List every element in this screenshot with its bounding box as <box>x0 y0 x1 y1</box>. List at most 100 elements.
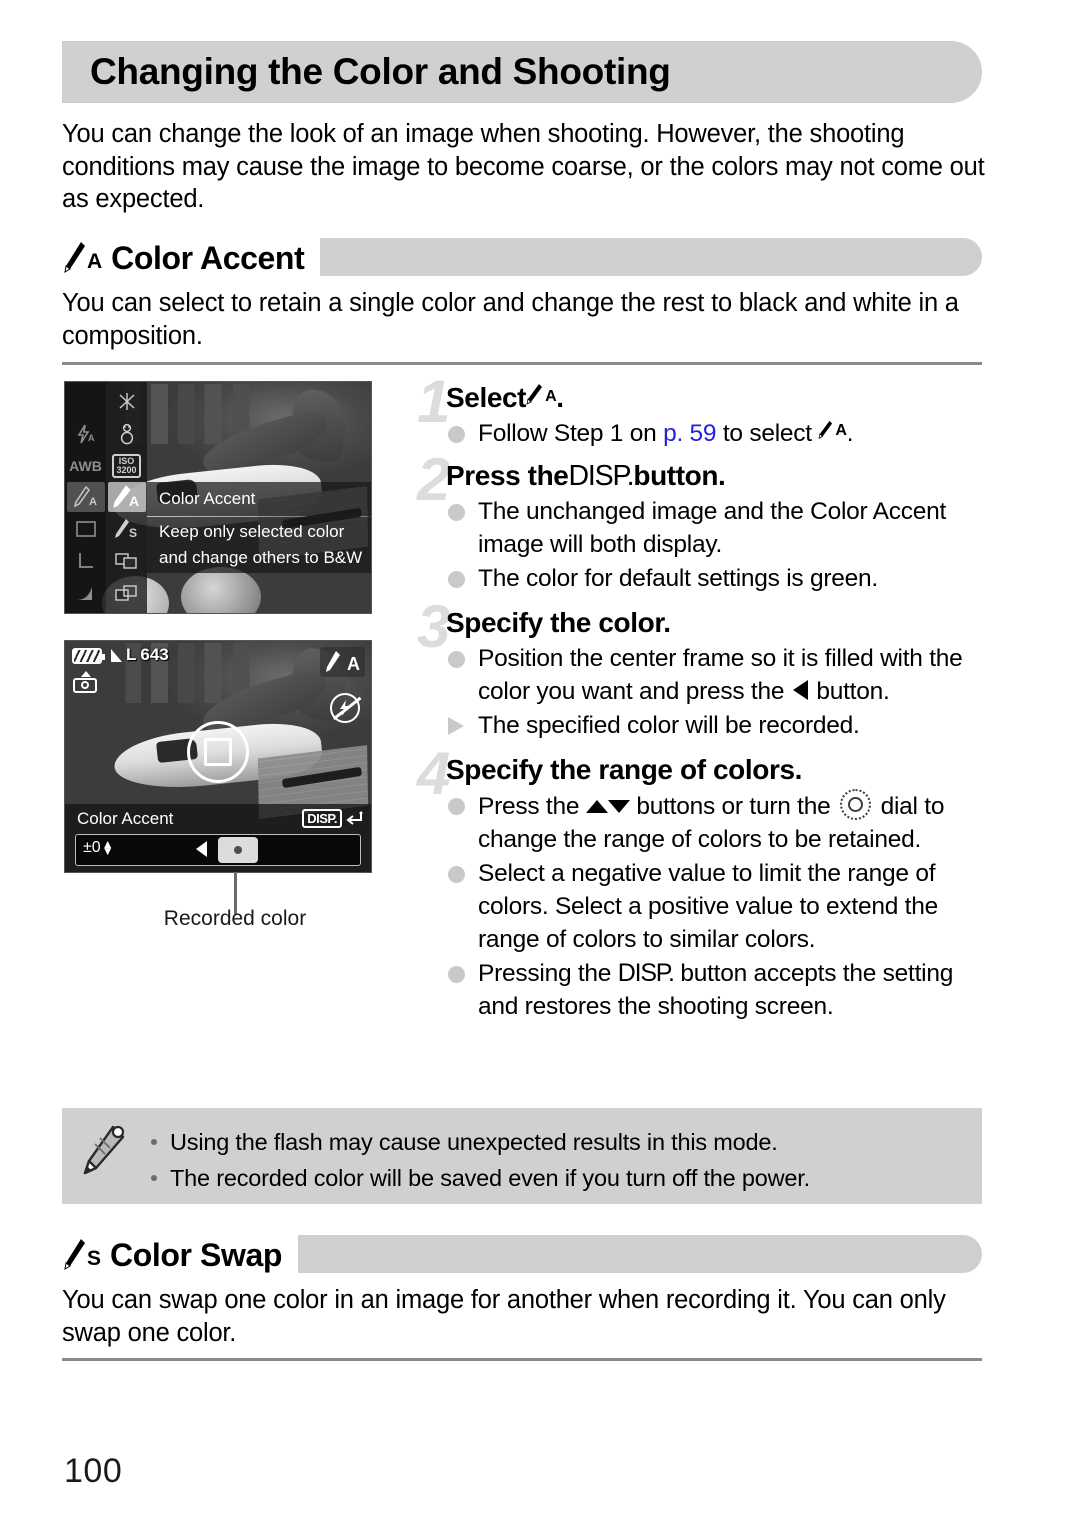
callout-recorded-color: Recorded color <box>163 907 307 930</box>
quality-label: L <box>126 645 137 664</box>
menu-icon-iso-3200[interactable]: ISO 3200 <box>108 451 146 481</box>
step-2-bullets: The unchanged image and the Color Accent… <box>444 495 988 595</box>
page-link[interactable]: p. 59 <box>663 420 717 447</box>
menu-column-active[interactable]: ISO 3200 A S <box>106 382 147 613</box>
step-4-title: Specify the range of colors. <box>446 754 802 785</box>
mode-badge-color-accent: A <box>320 647 365 677</box>
divider-rule-top <box>62 362 982 365</box>
image-quality-indicator: L 643 <box>111 645 169 665</box>
menu-description: Keep only selected color and change othe… <box>147 517 371 573</box>
section-title-color-accent: Color Accent <box>111 239 305 276</box>
bullet: Pressing the DISP. button accepts the se… <box>444 957 988 1023</box>
svg-text:S: S <box>129 526 137 540</box>
section-title-color-swap: Color Swap <box>110 1236 283 1273</box>
slider-left-marker-icon <box>196 841 207 857</box>
bullet-dot-icon <box>448 866 465 883</box>
menu-icon-fireworks[interactable] <box>108 387 146 417</box>
step-1-bullets: Follow Step 1 on p. 59 to select A. <box>444 417 988 450</box>
menu-icon-snow[interactable] <box>108 419 146 449</box>
iso-label-bottom: 3200 <box>116 464 137 475</box>
menu-column-inactive: A AWB A <box>65 382 106 613</box>
menu-icon-stitch-right[interactable] <box>108 578 146 608</box>
bullet-arrow-icon <box>448 717 464 735</box>
bullet: The specified color will be recorded. <box>444 709 988 742</box>
brush-s-icon-subscript: S <box>87 1247 102 1270</box>
section-header-color-accent: A Color Accent <box>62 236 987 280</box>
bullet-dot-icon <box>448 798 465 815</box>
menu-icon-color-accent-selected[interactable]: A <box>107 482 146 513</box>
shooting-bottom-bar: Color Accent DISP. ±0 ▲ ▼ <box>65 804 371 872</box>
step-3: 3 Specify the color. Position the center… <box>417 597 988 742</box>
menu-description-line1: Keep only selected color <box>159 522 345 541</box>
tip-box: Using the flash may cause unexpected res… <box>62 1108 982 1204</box>
section-header-color-swap: S Color Swap <box>62 1233 987 1277</box>
page-number: 100 <box>64 1452 123 1490</box>
left-button-icon <box>792 680 808 700</box>
step-2: 2 Press the DISP. button. The unchanged … <box>417 450 988 595</box>
menu-icon-blank-top <box>67 387 105 417</box>
step-4-bullets: Press the buttons or turn the dial to ch… <box>444 789 988 1023</box>
bullet-dot-icon <box>448 426 465 443</box>
bullet-dot-icon <box>448 571 465 588</box>
divider-rule-bottom <box>62 1358 982 1361</box>
svg-text:A: A <box>89 496 97 508</box>
menu-icon-size-l <box>67 546 105 576</box>
brush-a-icon: A <box>62 241 102 275</box>
disp-label-step4: DISP. <box>617 959 675 987</box>
section-color-swap: S Color Swap <box>62 1233 987 1277</box>
step-1-title: Select A . <box>446 382 564 413</box>
battery-icon <box>72 648 105 664</box>
control-dial-icon <box>840 789 872 820</box>
brush-a-icon-step1: A <box>526 383 557 407</box>
brush-a-icon-inline: A <box>818 417 847 441</box>
slider-knob[interactable] <box>218 837 258 863</box>
slider-value: ±0 ▲ ▼ <box>83 837 114 858</box>
disp-return-hint[interactable]: DISP. <box>302 809 363 828</box>
bullet-dot-icon <box>448 504 465 521</box>
menu-icon-flash-auto: A <box>67 419 105 449</box>
step-1: 1 Select A . Follow Step 1 on p. 59 to s… <box>417 372 988 450</box>
shots-remaining: 643 <box>140 645 169 664</box>
menu-icon-color-swap[interactable]: S <box>108 514 146 544</box>
section-color-accent: A Color Accent <box>62 236 987 280</box>
tip-bullet-icon <box>151 1139 157 1145</box>
flash-off-icon <box>330 693 360 723</box>
bullet: Press the buttons or turn the dial to ch… <box>444 789 988 856</box>
menu-icon-stitch-left[interactable] <box>108 546 146 576</box>
page-title: Changing the Color and Shooting <box>90 51 671 92</box>
svg-text:A: A <box>129 493 139 509</box>
drive-mode-icon <box>73 671 97 693</box>
bullet-dot-icon <box>448 966 465 983</box>
disp-button-chip[interactable]: DISP. <box>302 809 342 828</box>
bullet: The color for default settings is green. <box>444 562 988 595</box>
bullet: Follow Step 1 on p. 59 to select A. <box>444 417 988 450</box>
brush-s-icon: S <box>62 1238 101 1272</box>
up-button-icon <box>585 800 608 813</box>
menu-icon-aspect-ratio <box>67 514 105 544</box>
photo-bowl <box>181 566 261 613</box>
step-3-bullets: Position the center frame so it is fille… <box>444 642 988 742</box>
camera-screen-shooting: L 643 A Color Accent DISP. ±0 ▲ ▼ <box>64 640 372 873</box>
down-button-icon <box>607 800 630 813</box>
step-3-title: Specify the color. <box>446 607 671 638</box>
bullet: The unchanged image and the Color Accent… <box>444 495 988 561</box>
svg-text:A: A <box>88 433 95 443</box>
section-description-color-accent: You can select to retain a single color … <box>62 289 959 350</box>
color-range-slider[interactable]: ±0 ▲ ▼ <box>75 834 361 866</box>
steps-list: 1 Select A . Follow Step 1 on p. 59 to s… <box>417 372 988 1025</box>
updown-arrows-icon: ▲ ▼ <box>101 837 114 858</box>
tip-item: The recorded color will be saved even if… <box>148 1160 972 1196</box>
pencil-icon <box>83 1125 125 1175</box>
menu-selected-label: Color Accent <box>147 482 371 516</box>
bullet: Position the center frame so it is fille… <box>444 642 988 708</box>
tip-list: Using the flash may cause unexpected res… <box>148 1108 982 1212</box>
center-focus-frame <box>187 720 249 783</box>
tip-item: Using the flash may cause unexpected res… <box>148 1124 972 1160</box>
step-2-title: Press the DISP. button. <box>446 460 726 492</box>
menu-description-line2: and change others to B&W <box>159 548 363 567</box>
brush-a-icon-subscript: A <box>87 250 103 273</box>
bullet-dot-icon <box>448 651 465 668</box>
compression-icon <box>111 648 122 662</box>
bullet: Select a negative value to limit the ran… <box>444 857 988 956</box>
menu-icon-awb: AWB <box>69 457 102 474</box>
